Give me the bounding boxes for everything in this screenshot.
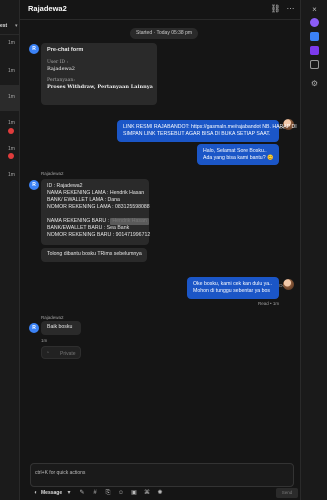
emoji-icon[interactable]: ☺ <box>117 488 125 498</box>
message-bubble-thanks: Tolong dibantu bosku TRims sebelumnya <box>41 248 147 262</box>
chevron-down-icon[interactable]: ▾ <box>65 488 73 498</box>
attachment-icon[interactable]: ⎘ <box>104 488 112 498</box>
filter-label[interactable]: est <box>0 23 7 29</box>
message-line: ID : Rajadewa2 <box>47 183 83 189</box>
message-bubble-link: LINK RESMI RAJABANDOT: https://gasmaln.m… <box>117 120 297 142</box>
list-item-time[interactable]: 1m <box>8 146 15 152</box>
question-label: Pertanyaan: <box>47 78 75 83</box>
agent-avatar <box>283 279 294 290</box>
message-line: Tolong dibantu bosku TRims sebelumnya <box>47 251 142 257</box>
message-input[interactable]: ctrl+K for quick actions <box>30 463 294 487</box>
window-icon[interactable] <box>310 60 319 69</box>
link-icon[interactable]: ⛓ <box>270 3 281 14</box>
page-title: Rajadewa2 <box>28 4 67 13</box>
message-line: Baik bosku <box>47 324 73 330</box>
unread-badge <box>8 153 14 159</box>
message-time: 1m <box>41 338 48 343</box>
private-label: Private <box>60 350 76 357</box>
customer-name: Rajadewa2 <box>41 171 64 176</box>
user-id-label: User ID : <box>47 60 69 65</box>
message-line: NOMOR REKENING LAMA : 083125598088 <box>47 204 150 210</box>
customer-avatar: R <box>29 44 39 54</box>
message-bubble-reply: Oke bosku, kami cek kan dulu ya.. Mohon … <box>187 277 279 299</box>
prechat-title: Pre-chat form <box>47 47 84 53</box>
message-line: Halo, Selamat Sore Bosku.. <box>203 148 267 154</box>
message-composer: ctrl+K for quick actions ◐ Message ▾ ✎ #… <box>20 461 300 500</box>
lock-icon: ◔ <box>46 350 50 356</box>
divider <box>0 34 20 35</box>
read-receipt: Read • 1m <box>258 301 280 306</box>
gear-icon[interactable]: ⚙ <box>310 79 319 88</box>
app-icon[interactable] <box>310 46 319 55</box>
list-item-time[interactable]: 1m <box>8 172 15 178</box>
message-line: BANK/EWALLET BARU : Sea Bank <box>47 225 130 231</box>
list-item-time[interactable]: 1m <box>8 68 15 74</box>
message-bubble-greeting: Halo, Selamat Sore Bosku.. Ada yang bisa… <box>197 144 279 165</box>
lightning-icon[interactable]: ✺ <box>156 488 164 498</box>
composer-toolbar: ◐ Message ▾ ✎ # ⎘ ☺ ▣ ⌘ ✺ Send <box>30 488 298 499</box>
prechat-form-card: Pre-chat form User ID : Rajadewa2 Pertan… <box>41 43 157 105</box>
chat-header: Rajadewa2 ⛓ ⋯ <box>20 0 300 20</box>
message-placeholder: ctrl+K for quick actions <box>35 470 86 476</box>
question-value: Proses Withdraw, Pertanyaan Lainnya <box>47 84 153 90</box>
masked-value: Hendrik Hasan <box>110 218 149 225</box>
message-bubble-account: ID : Rajadewa2 NAMA REKENING LAMA : Hend… <box>41 179 151 245</box>
compose-icon[interactable]: ✎ <box>78 488 86 498</box>
message-line: Oke bosku, kami cek kan dulu ya.. <box>193 281 273 287</box>
message-line: SIMPAN LINK TERSEBUT AGAR BISA DI BUKA S… <box>123 131 271 137</box>
customer-name: Rajadewa2 <box>41 315 64 320</box>
private-note-chip[interactable]: ◔ Private <box>41 346 81 359</box>
message-line: NAMA REKENING BARU : Hendrik Hasan <box>47 218 149 225</box>
started-pill: Started · Today 05:38 pm <box>130 28 199 39</box>
customer-avatar: R <box>29 323 39 333</box>
right-app-rail: × ⚙ <box>300 0 327 500</box>
message-line: NOMOR REKENING BARU : 901471996712 <box>47 232 151 238</box>
list-item-time[interactable]: 1m <box>8 120 15 126</box>
send-button[interactable]: Send <box>276 488 298 498</box>
hashtag-icon[interactable]: # <box>91 488 99 498</box>
tag-icon[interactable]: ⌘ <box>143 488 151 498</box>
email-icon[interactable] <box>310 32 319 41</box>
list-item-time[interactable]: 1m <box>8 94 15 100</box>
message-line: Mohon di tunggu sebentar ya bos <box>193 288 271 294</box>
close-icon[interactable]: × <box>309 4 320 15</box>
gif-icon[interactable]: ▣ <box>130 488 138 498</box>
message-line: LINK RESMI RAJABANDOT: https://gasmaln.m… <box>123 124 297 130</box>
user-id-value: Rajadewa2 <box>47 66 75 72</box>
message-line: Ada yang bisa kami bantu? 😊 <box>203 155 274 161</box>
list-item-time[interactable]: 1m <box>8 40 15 46</box>
message-line: NAMA REKENING LAMA : Hendrik Hasan <box>47 190 145 196</box>
chat-bubble-icon[interactable]: ◐ <box>32 488 40 498</box>
conversation-list-strip: est ▾ 1m 1m 1m 1m 1m 1m <box>0 0 20 500</box>
message-bubble-last: Baik bosku <box>41 321 81 335</box>
more-icon[interactable]: ⋯ <box>285 3 296 14</box>
profile-icon[interactable] <box>310 18 319 27</box>
message-line: BANK/ EWALLET LAMA : Dana <box>47 197 120 203</box>
message-line <box>47 211 143 218</box>
chevron-down-icon[interactable]: ▾ <box>15 23 18 29</box>
unread-badge <box>8 128 14 134</box>
chat-timeline: Started · Today 05:38 pm R Pre-chat form… <box>20 21 300 461</box>
mode-selector[interactable]: Message <box>41 490 62 496</box>
customer-avatar: R <box>29 180 39 190</box>
